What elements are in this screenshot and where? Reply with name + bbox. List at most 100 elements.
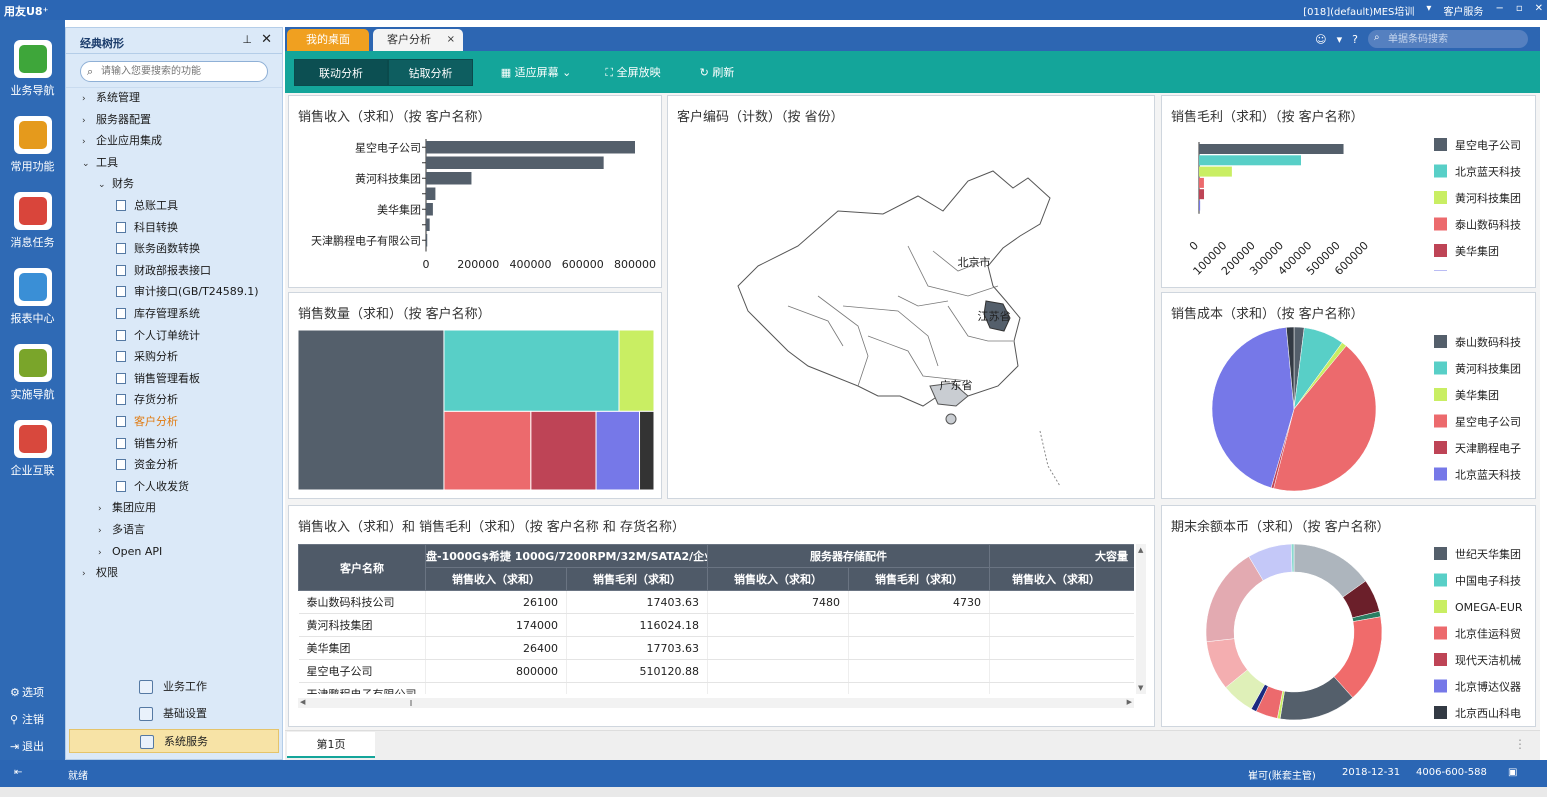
tree-item[interactable]: › 权限 [82,564,118,582]
nav-5-button[interactable]: 企业互联 [0,420,65,490]
tree-arrow-icon[interactable]: › [82,112,96,130]
tree-item[interactable]: 资金分析 [116,456,178,474]
bar[interactable] [426,218,430,232]
china-map[interactable]: 北京市江苏省广东省 [668,96,1154,498]
table-row[interactable]: 天津鹏程电子有限公司 468 [298,682,1134,694]
group-header[interactable]: 盘-1000G$希捷 1000G/7200RPM/32M/SATA2/企业级 [425,544,708,568]
tree-arrow-icon[interactable]: › [98,522,112,540]
legend-label[interactable]: 美华集团 [1455,244,1499,258]
dropdown-icon[interactable]: ▾ [1426,3,1431,18]
fullscreen-button[interactable]: ⛶ 全屏放映 [593,59,673,86]
table-row[interactable]: 泰山数码科技公司 26100 17403.63 7480 4730 [298,590,1134,614]
nav-bottom-2-button[interactable]: ⇥ 退出 [10,738,44,754]
tree-item[interactable]: ⌄ 工具 [82,154,118,172]
close-button[interactable]: ✕ [1535,3,1543,18]
legend-label[interactable]: 北京蓝天科技 [1455,468,1521,482]
treemap-cell[interactable] [443,410,532,491]
tree-item[interactable]: 存货分析 [116,391,178,409]
tab-close-icon[interactable]: × [447,29,455,51]
tree-item[interactable]: › 服务器配置 [82,111,151,129]
bar[interactable] [426,203,433,216]
legend-label[interactable]: 北京蓝天科技 [1455,165,1521,179]
chevron-down-icon[interactable]: ▾ [1337,33,1343,46]
legend-label[interactable]: 美华集团 [1455,388,1499,402]
bar[interactable] [426,141,635,154]
legend-label[interactable]: 现代天洁机械 [1455,653,1521,667]
nav-bottom-0-button[interactable]: ⚙ 选项 [10,684,44,700]
vertical-scrollbar[interactable]: ▲ ▼ [1136,544,1146,694]
sidebar-bottom-item[interactable]: 基础设置 [69,702,279,726]
tree-arrow-icon[interactable]: › [82,133,96,151]
china-outline[interactable] [737,170,1051,407]
tree-arrow-icon[interactable]: ⌄ [82,155,96,173]
nav-4-button[interactable]: 实施导航 [0,344,65,414]
treemap-cell[interactable] [530,410,597,491]
tree-item[interactable]: 账务函数转换 [116,240,200,258]
bar[interactable] [1199,144,1344,154]
calculator-icon[interactable]: ▣ [1508,767,1517,778]
account-info[interactable]: [018](default)MES培训 [1303,3,1414,18]
legend-label[interactable]: 黄河科技集团 [1455,191,1521,205]
sidebar-bottom-item[interactable]: 业务工作 [69,675,279,699]
tree-item[interactable]: 总账工具 [116,197,178,215]
horizontal-scrollbar[interactable]: ◀ ▶ [298,698,1134,708]
legend-label[interactable]: 北京佳运科贸 [1455,627,1521,641]
column-header[interactable]: 销售收入（求和） [989,567,1134,591]
tree-item[interactable]: 采购分析 [116,348,178,366]
smiley-icon[interactable]: ☺ [1315,33,1326,46]
tree-item[interactable]: › 多语言 [98,521,145,539]
sales-cost-pie-chart[interactable]: 泰山数码科技黄河科技集团美华集团星空电子公司天津鹏程电子北京蓝天科技 [1162,293,1535,498]
treemap-cell[interactable] [618,329,655,412]
treemap-cell[interactable] [443,329,620,412]
donut-slice[interactable] [1205,556,1264,643]
nav-bottom-1-button[interactable]: ⚲ 注销 [10,711,44,727]
treemap-cell[interactable] [639,410,655,491]
tree-item[interactable]: 财政部报表接口 [116,262,211,280]
more-icon[interactable]: ⋮ [1514,737,1526,751]
column-header[interactable]: 销售毛利（求和） [848,567,990,591]
sales-revenue-bar-chart[interactable]: 星空电子公司黄河科技集团美华集团天津鹏程电子有限公司0 200000 400000 6… [289,96,661,287]
drill-analysis-button[interactable]: 钻取分析 [388,59,473,86]
tree-item[interactable]: › 集团应用 [98,499,156,517]
tab-my-desktop[interactable]: 我的桌面 [287,29,369,51]
bar[interactable] [1199,200,1201,211]
nav-3-button[interactable]: 报表中心 [0,268,65,338]
group-header[interactable]: 服务器存储配件 [707,544,990,568]
nav-0-button[interactable]: 业务导航 [0,40,65,110]
tree-item[interactable]: › Open API [98,543,162,561]
tree-item[interactable]: 销售分析 [116,435,178,453]
legend-label[interactable]: 北京西山科电 [1455,706,1521,720]
table-row[interactable]: 黄河科技集团 174000 116024.18 [298,613,1134,637]
table-row[interactable]: 星空电子公司 800000 510120.88 [298,659,1134,683]
nav-1-button[interactable]: 常用功能 [0,116,65,186]
pin-icon[interactable]: ⊥ [242,33,252,46]
tab-customer-analysis[interactable]: 客户分析 × [373,29,463,51]
legend-label[interactable]: 黄河科技集团 [1455,362,1521,376]
tree-arrow-icon[interactable]: › [82,565,96,583]
legend-label[interactable]: 中国电子科技 [1455,574,1521,588]
legend-label[interactable]: 星空电子公司 [1455,138,1521,152]
group-header[interactable]: 大容量 [989,544,1134,568]
help-icon[interactable]: ? [1352,33,1358,46]
column-header[interactable]: 销售收入（求和） [425,567,567,591]
fit-screen-button[interactable]: ▦ 适应屏幕 ⌄ [490,59,582,86]
restore-button[interactable]: ▫ [1516,3,1523,18]
global-search[interactable]: ⌕ [1368,30,1528,48]
minimize-button[interactable]: − [1495,3,1503,18]
tree-item[interactable]: › 系统管理 [82,89,140,107]
bar[interactable] [1199,166,1232,177]
bar[interactable] [426,172,472,185]
table-row[interactable]: 美华集团 26400 17703.63 [298,636,1134,660]
linked-analysis-button[interactable]: 联动分析 [294,59,388,86]
tree-item[interactable]: 科目转换 [116,219,178,237]
legend-label[interactable]: 北京博达仪器 [1455,680,1521,694]
tree-item[interactable]: 个人收发货 [116,478,189,496]
refresh-button[interactable]: ↻ 刷新 [689,59,745,86]
bar[interactable] [1199,155,1301,166]
tree-item[interactable]: 销售管理看板 [116,370,200,388]
tree-arrow-icon[interactable]: › [98,544,112,562]
tree-item[interactable]: 个人订单统计 [116,327,200,345]
sidebar-bottom-item[interactable]: 系统服务 [69,729,279,753]
sidebar-search[interactable]: ⌕ [80,61,268,82]
column-header[interactable]: 销售毛利（求和） [566,567,708,591]
